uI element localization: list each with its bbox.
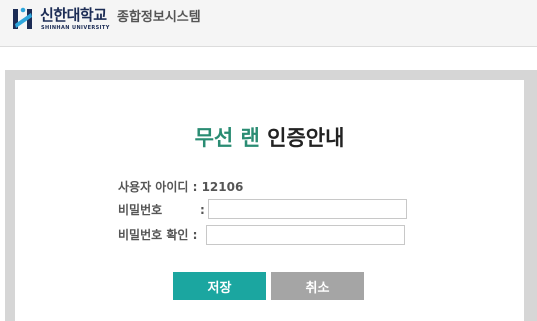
password-confirm-field[interactable] bbox=[206, 225, 405, 245]
password-confirm-colon: : bbox=[192, 228, 198, 242]
password-confirm-row: 비밀번호 확인 : bbox=[118, 228, 199, 242]
user-id-value: : 12106 bbox=[192, 180, 244, 194]
password-label: 비밀번호 bbox=[118, 203, 163, 217]
user-id-label: 사용자 아이디 bbox=[118, 180, 189, 194]
logo-english-text: SHINHAN UNIVERSITY bbox=[41, 25, 110, 31]
top-header: 신한대학교 SHINHAN UNIVERSITY 종합정보시스템 bbox=[0, 0, 537, 47]
title-rest: 인증안내 bbox=[267, 126, 345, 150]
auth-panel: 무선 랜 인증안내 사용자 아이디 : 12106 비밀번호: 비밀번호 확인 … bbox=[15, 80, 524, 321]
logo-korean-text: 신한대학교 bbox=[40, 6, 107, 24]
cancel-button[interactable]: 취소 bbox=[271, 272, 364, 300]
user-id-row: 사용자 아이디 : 12106 bbox=[118, 180, 243, 194]
system-name: 종합정보시스템 bbox=[117, 10, 201, 25]
save-button[interactable]: 저장 bbox=[173, 272, 266, 300]
university-logo-icon bbox=[13, 7, 32, 29]
password-confirm-label: 비밀번호 확인 bbox=[118, 228, 189, 242]
password-colon: : bbox=[200, 203, 205, 217]
page-title: 무선 랜 인증안내 bbox=[15, 125, 524, 151]
password-field[interactable] bbox=[208, 199, 407, 219]
password-row: 비밀번호: bbox=[118, 203, 206, 217]
title-accent: 무선 랜 bbox=[194, 126, 260, 150]
